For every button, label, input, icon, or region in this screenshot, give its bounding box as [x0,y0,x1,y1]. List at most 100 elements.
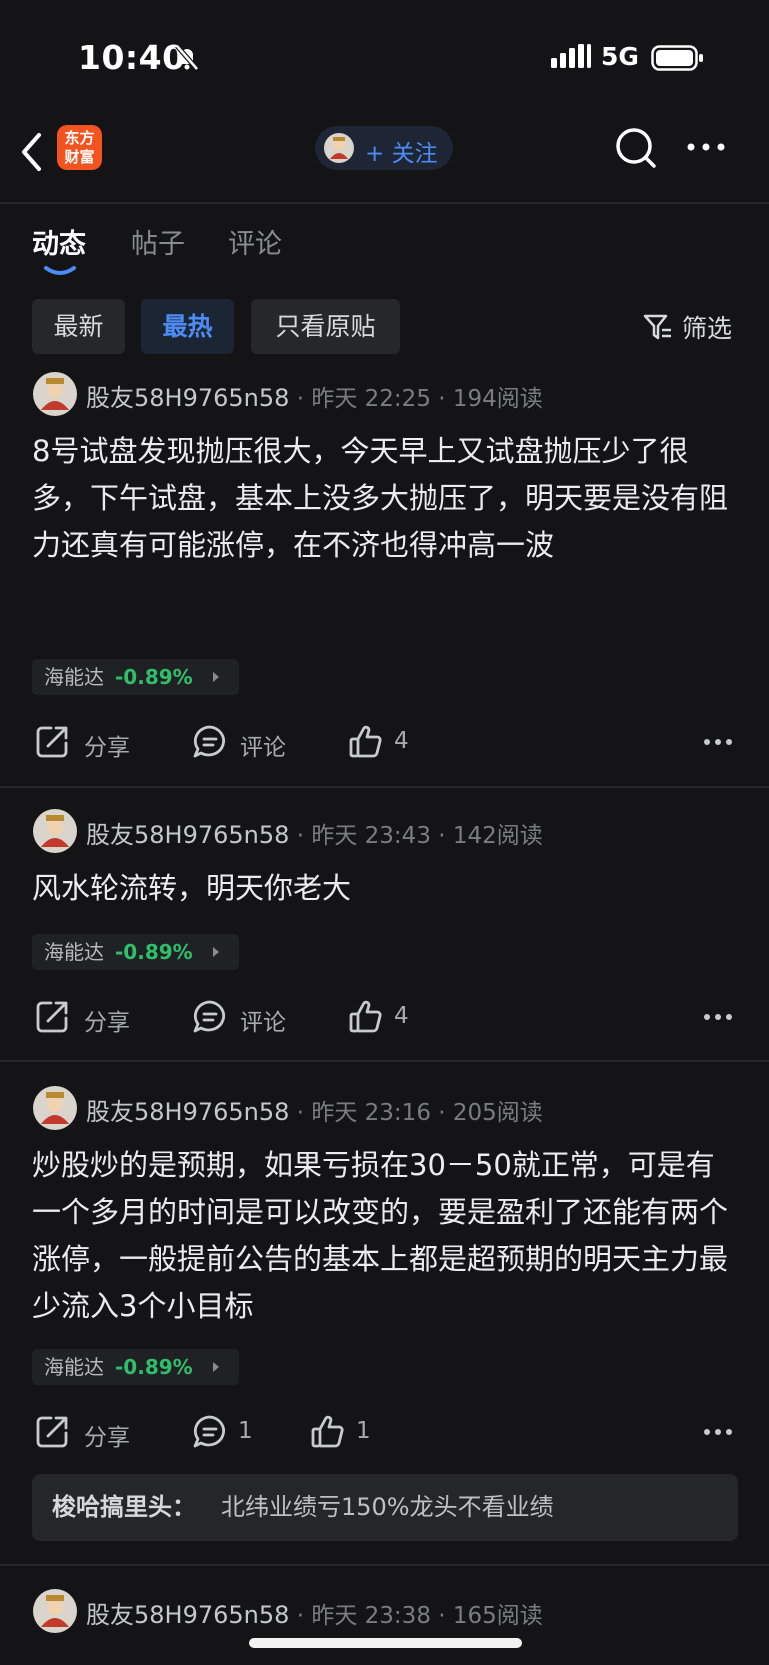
post-reads: 165阅读 [452,1603,543,1629]
like-count: 4 [394,1003,409,1029]
share-button[interactable]: 分享 [34,1412,134,1452]
comment-count: 1 [238,1418,253,1444]
like-count: 1 [356,1418,371,1444]
chip-original-only[interactable]: 只看原贴 [251,299,400,354]
chip-newest[interactable]: 最新 [32,299,125,354]
post-meta: 股友58H9765n58 · 昨天 23:43 · 142阅读 [86,821,543,849]
search-icon[interactable] [614,126,658,170]
filter-label: 筛选 [682,314,733,343]
stock-name: 海能达 [44,1355,104,1379]
tab-dynamics[interactable]: 动态 [32,222,86,261]
share-label: 分享 [84,1010,130,1036]
avatar-icon[interactable] [33,372,77,416]
tab-comments[interactable]: 评论 [228,222,282,261]
post-content[interactable]: 炒股炒的是预期，如果亏损在30－50就正常，可是有一个多月的时间是可以改变的，要… [32,1142,738,1330]
stock-name: 海能达 [44,665,104,689]
share-icon [36,1416,68,1448]
post-time: 昨天 23:43 [311,823,431,849]
logo-text-line2: 财富 [64,148,95,166]
share-button[interactable]: 分享 [34,722,134,762]
home-indicator[interactable] [249,1638,522,1648]
post-reads: 205阅读 [452,1100,543,1126]
back-chevron-icon[interactable] [18,130,48,174]
filter-bar: 最新 最热 只看原贴 筛选 [32,299,737,354]
comment-button[interactable]: 评论 [192,997,292,1037]
more-icon[interactable] [686,142,726,152]
comment-username[interactable]: 梭哈搞里头： [52,1474,196,1541]
logo-text-line1: 东方 [64,129,95,147]
post-card[interactable]: 股友58H9765n58 · 昨天 23:16 · 205阅读 炒股炒的是预期，… [0,1086,769,1566]
top-nav: 东方 财富 + 关注 [0,120,769,204]
post-meta: 股友58H9765n58 · 昨天 23:16 · 205阅读 [86,1098,543,1126]
avatar-icon[interactable] [33,1589,77,1633]
post-reads: 142阅读 [452,823,543,849]
avatar-icon[interactable] [33,809,77,853]
network-type: 5G [601,42,639,71]
post-card[interactable]: 股友58H9765n58 · 昨天 23:43 · 142阅读 风水轮流转，明天… [0,809,769,1062]
top-comment[interactable]: 梭哈搞里头： 北纬业绩亏150%龙头不看业绩 [32,1474,738,1541]
play-arrow-icon [213,947,219,957]
more-icon[interactable] [703,738,733,746]
battery-icon [651,45,703,71]
post-meta: 股友58H9765n58 · 昨天 23:38 · 165阅读 [86,1601,543,1629]
active-tab-indicator [44,266,76,275]
post-username[interactable]: 股友58H9765n58 [86,1601,289,1629]
stock-change: -0.89% [115,1355,193,1379]
post-meta: 股友58H9765n58 · 昨天 22:25 · 194阅读 [86,384,543,412]
post-username[interactable]: 股友58H9765n58 [86,821,289,849]
chip-hottest[interactable]: 最热 [141,299,234,354]
more-icon[interactable] [703,1428,733,1436]
share-button[interactable]: 分享 [34,997,134,1037]
comment-icon [193,725,226,758]
post-time: 昨天 23:38 [311,1603,431,1629]
like-count: 4 [394,728,409,754]
avatar-icon [324,133,354,163]
post-content[interactable]: 风水轮流转，明天你老大 [32,865,738,912]
share-icon [36,1001,68,1033]
comment-button[interactable]: 1 [192,1412,262,1452]
status-bar: 10:40 5G [0,0,769,110]
app-logo[interactable]: 东方 财富 [57,125,102,170]
stock-tag[interactable]: 海能达 -0.89% [32,934,239,970]
stock-change: -0.89% [115,665,193,689]
comment-button[interactable]: 评论 [192,722,292,762]
tab-posts[interactable]: 帖子 [131,222,185,261]
share-icon [36,726,68,758]
stock-name: 海能达 [44,940,104,964]
status-time: 10:40 [78,38,186,77]
like-button[interactable]: 4 [348,997,428,1037]
post-content[interactable]: 8号试盘发现抛压很大，今天早上又试盘抛压少了很多，下午试盘，基本上没多大抛压了，… [32,428,738,569]
like-button[interactable]: 4 [348,722,428,762]
comment-text: 北纬业绩亏150%龙头不看业绩 [221,1493,554,1521]
like-icon [349,725,382,758]
post-actions: 分享 评论 4 [0,997,769,1037]
post-username[interactable]: 股友58H9765n58 [86,1098,289,1126]
post-actions: 分享 评论 4 [0,722,769,762]
stock-tag[interactable]: 海能达 -0.89% [32,659,239,695]
bell-muted-icon [175,44,199,71]
post-reads: 194阅读 [452,386,543,412]
more-icon[interactable] [703,1013,733,1021]
stock-change: -0.89% [115,940,193,964]
comment-label: 评论 [240,735,286,761]
share-label: 分享 [84,735,130,761]
post-actions: 分享 1 1 [0,1412,769,1452]
avatar-icon[interactable] [33,1086,77,1130]
play-arrow-icon [213,672,219,682]
follow-label: + 关注 [365,141,438,167]
play-arrow-icon [213,1362,219,1372]
like-icon [349,1000,382,1033]
post-time: 昨天 23:16 [311,1100,431,1126]
follow-button[interactable]: + 关注 [315,126,453,170]
comment-icon [193,1415,226,1448]
post-username[interactable]: 股友58H9765n58 [86,384,289,412]
post-card[interactable]: 股友58H9765n58 · 昨天 23:38 · 165阅读 [0,1589,769,1665]
like-button[interactable]: 1 [310,1412,380,1452]
filter-icon [643,314,671,340]
comment-label: 评论 [240,1010,286,1036]
post-card[interactable]: 股友58H9765n58 · 昨天 22:25 · 194阅读 8号试盘发现抛压… [0,372,769,788]
post-time: 昨天 22:25 [311,386,431,412]
signal-icon [551,44,591,68]
stock-tag[interactable]: 海能达 -0.89% [32,1349,239,1385]
comment-icon [193,1000,226,1033]
